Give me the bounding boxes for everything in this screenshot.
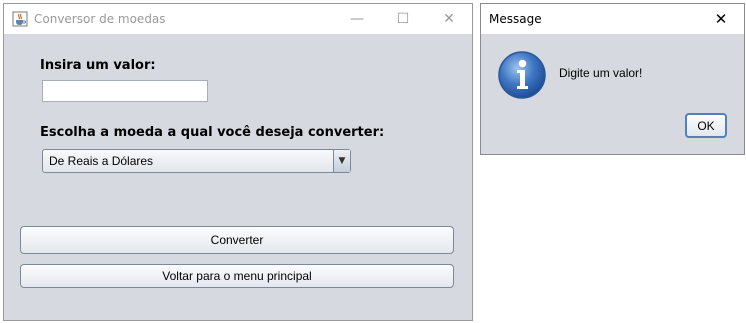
dialog-message: Digite um valor! — [559, 66, 643, 80]
chevron-down-icon[interactable]: ▼ — [333, 150, 350, 172]
minimize-icon: — — [350, 11, 364, 27]
close-button[interactable]: ✕ — [426, 4, 472, 34]
maximize-icon: ☐ — [396, 11, 410, 27]
dialog-close-button[interactable]: ✕ — [698, 4, 744, 34]
convert-button[interactable]: Converter — [20, 226, 454, 254]
dialog-title-bar[interactable]: Message ✕ — [481, 4, 744, 34]
back-to-menu-button[interactable]: Voltar para o menu principal — [20, 264, 454, 288]
currency-selected-value: De Reais a Dólares — [49, 154, 154, 168]
window-title: Conversor de moedas — [34, 12, 166, 26]
ok-button[interactable]: OK — [685, 113, 727, 138]
close-icon: ✕ — [714, 10, 728, 28]
maximize-button[interactable]: ☐ — [380, 4, 426, 34]
value-input[interactable] — [42, 80, 208, 102]
java-cup-icon — [12, 11, 28, 27]
currency-dropdown[interactable]: De Reais a Dólares ▼ — [42, 149, 351, 173]
dialog-title: Message — [489, 12, 542, 26]
close-icon: ✕ — [443, 11, 455, 27]
converter-window: Conversor de moedas — ☐ ✕ Insira um valo… — [3, 3, 473, 321]
title-bar[interactable]: Conversor de moedas — ☐ ✕ — [4, 4, 472, 34]
value-label: Insira um valor: — [40, 58, 156, 73]
currency-label: Escolha a moeda a qual você deseja conve… — [40, 125, 385, 140]
info-icon — [498, 51, 546, 99]
minimize-button[interactable]: — — [334, 4, 380, 34]
message-dialog: Message ✕ Digite um valor! OK — [480, 3, 745, 155]
